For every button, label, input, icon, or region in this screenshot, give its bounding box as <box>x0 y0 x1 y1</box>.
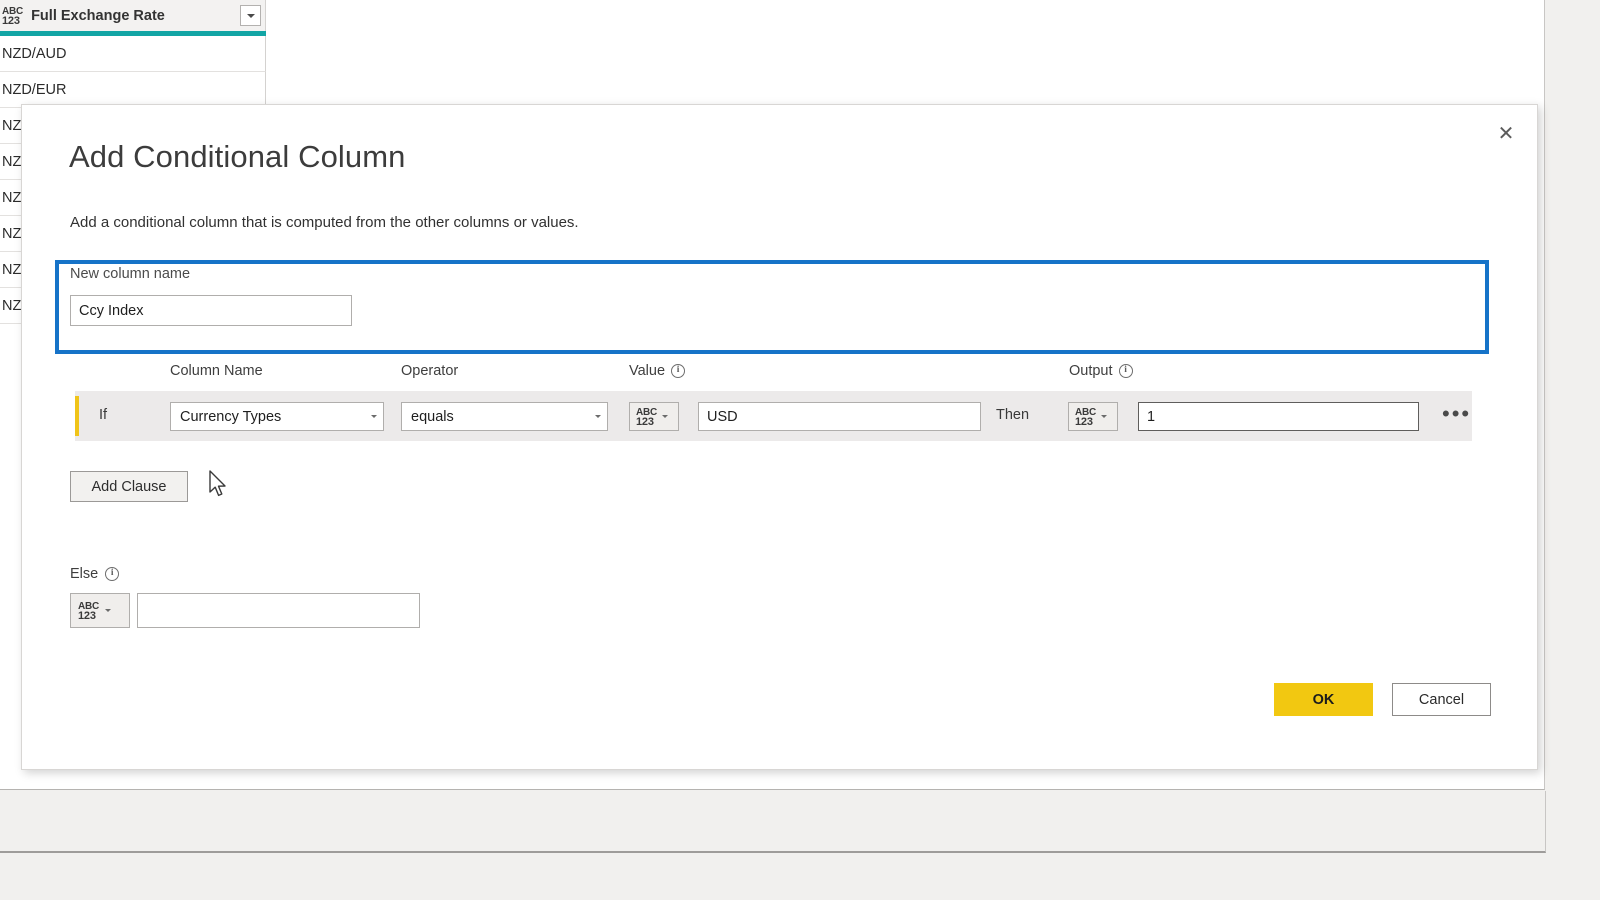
clause-value-input[interactable]: USD <box>698 402 981 431</box>
page-title: Add Conditional Column <box>69 139 406 174</box>
cell-value: NZ <box>2 225 22 242</box>
clause-output-text: 1 <box>1147 408 1156 425</box>
else-label-group: Else i <box>70 566 120 582</box>
clause-output-type-select[interactable]: ABC 123 <box>1068 402 1118 431</box>
clause-operator-select[interactable]: equals <box>401 402 608 431</box>
chevron-down-icon <box>105 609 112 612</box>
clause-output-input[interactable]: 1 <box>1138 402 1419 431</box>
cancel-button[interactable]: Cancel <box>1392 683 1491 716</box>
else-label: Else <box>70 566 99 582</box>
header-value: Value i <box>629 363 686 379</box>
header-output: Output i <box>1069 363 1133 379</box>
new-column-name-input[interactable] <box>70 295 352 326</box>
abc-123-text-type-icon: ABC 123 <box>2 5 24 27</box>
cell-value: NZD/EUR <box>2 81 67 98</box>
clause-column-name-select[interactable]: Currency Types <box>170 402 384 431</box>
header-operator: Operator <box>401 363 458 379</box>
header-column-name-label: Column Name <box>170 363 263 379</box>
chevron-down-icon <box>595 415 601 418</box>
clause-column-name-value: Currency Types <box>180 408 282 425</box>
clause-operator-value: equals <box>411 408 454 425</box>
ok-button[interactable]: OK <box>1274 683 1373 716</box>
else-value-input[interactable] <box>137 593 420 628</box>
clause-then-label: Then <box>996 407 1030 423</box>
header-operator-label: Operator <box>401 363 459 379</box>
conditional-clause-row: If Currency Types equals ABC 123 USD The… <box>75 391 1472 441</box>
mouse-pointer-icon <box>209 470 226 497</box>
chevron-down-icon <box>246 13 255 18</box>
dialog-description: Add a conditional column that is compute… <box>70 214 579 231</box>
header-column-name: Column Name <box>170 363 263 379</box>
add-clause-button[interactable]: Add Clause <box>70 471 188 502</box>
cell-value: NZ <box>2 261 22 278</box>
table-row[interactable]: NZD/AUD <box>0 36 266 72</box>
info-icon[interactable]: i <box>1118 364 1133 378</box>
cell-value: NZ <box>2 297 22 314</box>
abc-123-text-type-icon: ABC 123 <box>1075 406 1097 428</box>
add-conditional-column-dialog: ✕ Add Conditional Column Add a condition… <box>21 104 1538 770</box>
cell-value: NZ <box>2 117 22 134</box>
clause-if-label: If <box>99 407 108 423</box>
grid-column-header-label: Full Exchange Rate <box>31 7 165 24</box>
cell-value: NZ <box>2 153 22 170</box>
info-icon[interactable]: i <box>105 567 120 581</box>
header-output-label: Output <box>1069 363 1113 379</box>
abc-123-text-type-icon: ABC 123 <box>78 600 100 622</box>
header-value-label: Value <box>629 363 666 379</box>
cell-value: NZ <box>2 189 22 206</box>
grid-column-filter-button[interactable] <box>240 5 261 26</box>
ellipsis-icon[interactable]: ••• <box>1442 403 1471 425</box>
grid-column-header-full-exchange-rate[interactable]: ABC 123 Full Exchange Rate <box>0 0 266 31</box>
cell-value: NZD/AUD <box>2 45 67 62</box>
abc-123-text-type-icon: ABC 123 <box>636 406 658 428</box>
close-icon[interactable]: ✕ <box>1491 119 1521 149</box>
chevron-down-icon <box>371 415 377 418</box>
clause-value-type-select[interactable]: ABC 123 <box>629 402 679 431</box>
clause-accent-bar <box>75 396 79 436</box>
chevron-down-icon <box>1101 415 1108 418</box>
new-column-name-label: New column name <box>70 266 191 282</box>
chevron-down-icon <box>662 415 669 418</box>
info-icon[interactable]: i <box>671 364 686 378</box>
else-type-select[interactable]: ABC 123 <box>70 593 130 628</box>
clause-value-text: USD <box>707 408 738 425</box>
table-row[interactable]: NZD/EUR <box>0 72 266 108</box>
bottom-status-panel <box>0 791 1546 853</box>
